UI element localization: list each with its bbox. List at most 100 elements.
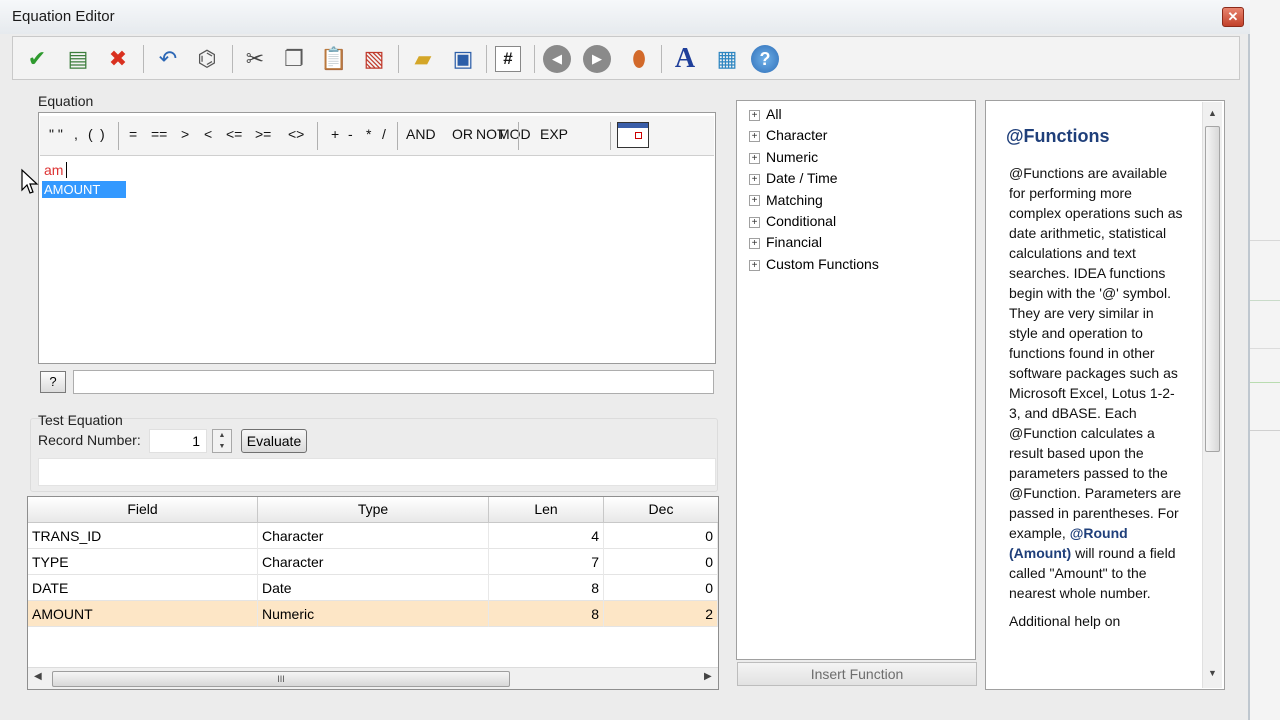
ok-icon[interactable]: ✔ xyxy=(21,43,53,75)
autocomplete-suggestion[interactable]: AMOUNT xyxy=(42,181,126,198)
help-vertical-scrollbar[interactable]: ▲ ▼ xyxy=(1202,102,1222,688)
table-cell-field[interactable]: DATE xyxy=(28,575,258,601)
expand-plus-icon[interactable]: + xyxy=(749,216,760,228)
tree-item[interactable]: + Financial xyxy=(749,232,822,252)
delete-icon[interactable]: ▧ xyxy=(358,43,390,75)
cancel-icon[interactable]: ✖ xyxy=(102,43,134,75)
table-row[interactable]: TYPE Character 7 0 xyxy=(28,549,718,575)
operator-button[interactable]: ) xyxy=(100,126,105,142)
table-row[interactable]: AMOUNT Numeric 8 2 xyxy=(28,601,718,627)
table-cell-dec[interactable]: 0 xyxy=(604,575,718,601)
tree-item[interactable]: + Character xyxy=(749,125,827,145)
column-header-field[interactable]: Field xyxy=(28,497,258,523)
operator-button[interactable]: - xyxy=(348,126,353,142)
save-icon[interactable]: ▣ xyxy=(447,43,479,75)
operator-button[interactable]: + xyxy=(331,126,339,142)
table-cell-type[interactable]: Numeric xyxy=(258,601,489,627)
copy-icon[interactable]: ❐ xyxy=(278,43,310,75)
operator-button[interactable]: == xyxy=(151,126,167,142)
binoculars-icon[interactable]: ⌬ xyxy=(191,43,223,75)
table-cell-type[interactable]: Character xyxy=(258,549,489,575)
expand-window-icon[interactable] xyxy=(617,122,649,148)
stepper-up-icon[interactable]: ▲ xyxy=(213,430,231,441)
tree-item-label[interactable]: All xyxy=(766,106,782,122)
table-cell-len[interactable]: 8 xyxy=(489,575,604,601)
tree-item-label[interactable]: Date / Time xyxy=(766,170,838,186)
operator-button[interactable]: * xyxy=(366,126,371,142)
expand-plus-icon[interactable]: + xyxy=(749,152,760,164)
table-cell-len[interactable]: 7 xyxy=(489,549,604,575)
record-number-input[interactable]: 1 xyxy=(149,429,207,453)
scroll-left-icon[interactable]: ◀ xyxy=(34,671,42,682)
paste-icon[interactable]: 📋 xyxy=(318,43,350,75)
column-header-dec[interactable]: Dec xyxy=(604,497,718,523)
tree-item[interactable]: + Matching xyxy=(749,190,823,210)
table-cell-dec[interactable]: 0 xyxy=(604,549,718,575)
table-cell-field[interactable]: TYPE xyxy=(28,549,258,575)
back-icon[interactable]: ◀ xyxy=(543,45,571,73)
forward-icon[interactable]: ▶ xyxy=(583,45,611,73)
expand-plus-icon[interactable]: + xyxy=(749,259,760,271)
horizontal-scrollbar[interactable]: ◀ III ▶ xyxy=(28,667,718,689)
operator-button[interactable]: / xyxy=(382,126,386,142)
table-cell-len[interactable]: 8 xyxy=(489,601,604,627)
undo-icon[interactable]: ↶ xyxy=(152,43,184,75)
table-cell-dec[interactable]: 0 xyxy=(604,523,718,549)
close-button[interactable]: ✕ xyxy=(1222,7,1244,27)
vertical-scroll-thumb[interactable] xyxy=(1205,126,1220,452)
cut-icon[interactable]: ✂ xyxy=(239,43,271,75)
horizontal-scroll-thumb[interactable]: III xyxy=(52,671,510,687)
tree-item-label[interactable]: Matching xyxy=(766,192,823,208)
tree-item[interactable]: + Conditional xyxy=(749,211,836,231)
expand-plus-icon[interactable]: + xyxy=(749,109,760,121)
operator-button[interactable]: AND xyxy=(406,126,436,142)
expand-plus-icon[interactable]: + xyxy=(749,131,760,143)
table-cell-dec[interactable]: 2 xyxy=(604,601,718,627)
table-cell-field[interactable]: AMOUNT xyxy=(28,601,258,627)
expand-plus-icon[interactable]: + xyxy=(749,195,760,207)
stepper-down-icon[interactable]: ▼ xyxy=(213,441,231,452)
insert-function-button[interactable]: Insert Function xyxy=(737,662,977,686)
tree-item[interactable]: + All xyxy=(749,104,782,124)
scroll-down-icon[interactable]: ▼ xyxy=(1208,668,1217,678)
equation-text[interactable]: am xyxy=(44,162,63,178)
table-row[interactable]: TRANS_ID Character 4 0 xyxy=(28,523,718,549)
operator-button[interactable]: <> xyxy=(288,126,304,142)
column-header-type[interactable]: Type xyxy=(258,497,489,523)
operator-button[interactable]: MOD xyxy=(498,126,531,142)
operator-button[interactable]: > xyxy=(181,126,189,142)
table-cell-type[interactable]: Date xyxy=(258,575,489,601)
tree-item[interactable]: + Numeric xyxy=(749,147,818,167)
operator-button[interactable]: = xyxy=(129,126,137,142)
column-header-len[interactable]: Len xyxy=(489,497,604,523)
expand-plus-icon[interactable]: + xyxy=(749,238,760,250)
tree-item-label[interactable]: Conditional xyxy=(766,213,836,229)
operator-button[interactable]: ( xyxy=(88,126,93,142)
expand-plus-icon[interactable]: + xyxy=(749,173,760,185)
operator-button[interactable]: < xyxy=(204,126,212,142)
scroll-right-icon[interactable]: ▶ xyxy=(704,671,712,682)
operator-button[interactable]: OR xyxy=(452,126,473,142)
tree-item-label[interactable]: Numeric xyxy=(766,149,818,165)
equation-help-button[interactable]: ? xyxy=(40,371,66,393)
record-number-stepper[interactable]: ▲ ▼ xyxy=(212,429,232,453)
help-icon[interactable]: ? xyxy=(751,45,779,73)
window-help-icon[interactable]: ▦ xyxy=(711,43,743,75)
operator-button[interactable]: EXP xyxy=(540,126,568,142)
scroll-up-icon[interactable]: ▲ xyxy=(1208,108,1217,118)
table-cell-type[interactable]: Character xyxy=(258,523,489,549)
tree-item-label[interactable]: Financial xyxy=(766,234,822,250)
operator-button[interactable]: >= xyxy=(255,126,271,142)
tree-item[interactable]: + Custom Functions xyxy=(749,254,879,274)
table-row[interactable]: DATE Date 8 0 xyxy=(28,575,718,601)
tree-item-label[interactable]: Character xyxy=(766,127,827,143)
table-cell-len[interactable]: 4 xyxy=(489,523,604,549)
evaluate-button[interactable]: Evaluate xyxy=(241,429,307,453)
operator-button[interactable]: " " xyxy=(49,126,63,142)
font-icon[interactable]: A xyxy=(669,43,701,75)
tree-item-label[interactable]: Custom Functions xyxy=(766,256,879,272)
pin-icon[interactable]: ⬮ xyxy=(623,43,655,75)
operator-button[interactable]: , xyxy=(74,126,78,142)
operator-button[interactable]: <= xyxy=(226,126,242,142)
validate-icon[interactable]: ▤ xyxy=(62,43,94,75)
